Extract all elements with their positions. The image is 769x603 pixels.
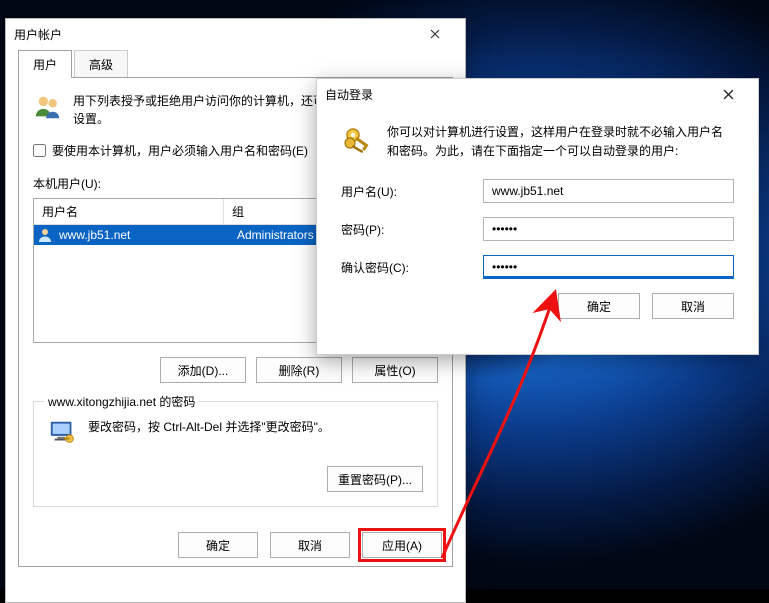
remove-button[interactable]: 删除(R)	[256, 357, 342, 383]
window-title: 用户帐户	[14, 26, 62, 43]
dialog-ok-button[interactable]: 确定	[558, 293, 640, 319]
username-input[interactable]	[483, 179, 734, 203]
password-input[interactable]	[483, 217, 734, 241]
add-button[interactable]: 添加(D)...	[160, 357, 246, 383]
username-label: 用户名(U):	[341, 183, 483, 200]
require-password-checkbox[interactable]	[33, 144, 46, 157]
dialog-title: 自动登录	[325, 86, 373, 103]
dialog-close-icon[interactable]	[706, 80, 750, 108]
tabstrip: 用户 高级	[6, 49, 465, 77]
password-group: www.xitongzhijia.net 的密码 要改密码，按 Ctrl-Alt…	[33, 401, 438, 507]
dialog-intro-text: 你可以对计算机进行设置，这样用户在登录时就不必输入用户名和密码。为此，请在下面指…	[387, 123, 734, 161]
monitor-key-icon	[48, 418, 78, 448]
auto-logon-dialog: 自动登录 你可以对计算机进行设置，这样用户在登录时就不必输入用户名和密码。为此，…	[316, 78, 759, 355]
tab-advanced[interactable]: 高级	[74, 50, 128, 78]
users-icon	[33, 92, 63, 122]
apply-button[interactable]: 应用(A)	[362, 532, 442, 558]
properties-button[interactable]: 属性(O)	[352, 357, 438, 383]
user-icon	[37, 227, 53, 243]
confirm-password-label: 确认密码(C):	[341, 259, 483, 276]
dialog-titlebar[interactable]: 自动登录	[317, 79, 758, 109]
cancel-button[interactable]: 取消	[270, 532, 350, 558]
password-group-title: www.xitongzhijia.net 的密码	[44, 393, 199, 410]
keys-icon	[341, 123, 375, 157]
titlebar[interactable]: 用户帐户	[6, 19, 465, 49]
ok-button[interactable]: 确定	[178, 532, 258, 558]
close-icon[interactable]	[413, 20, 457, 48]
cell-username: www.jb51.net	[59, 228, 237, 242]
password-label: 密码(P):	[341, 221, 483, 238]
reset-password-button[interactable]: 重置密码(P)...	[327, 466, 423, 492]
password-text: 要改密码，按 Ctrl-Alt-Del 并选择"更改密码"。	[88, 418, 330, 435]
require-password-label: 要使用本计算机，用户必须输入用户名和密码(E)	[52, 142, 308, 159]
tab-users[interactable]: 用户	[18, 50, 72, 78]
confirm-password-input[interactable]	[483, 255, 734, 279]
col-username[interactable]: 用户名	[34, 199, 224, 224]
dialog-cancel-button[interactable]: 取消	[652, 293, 734, 319]
